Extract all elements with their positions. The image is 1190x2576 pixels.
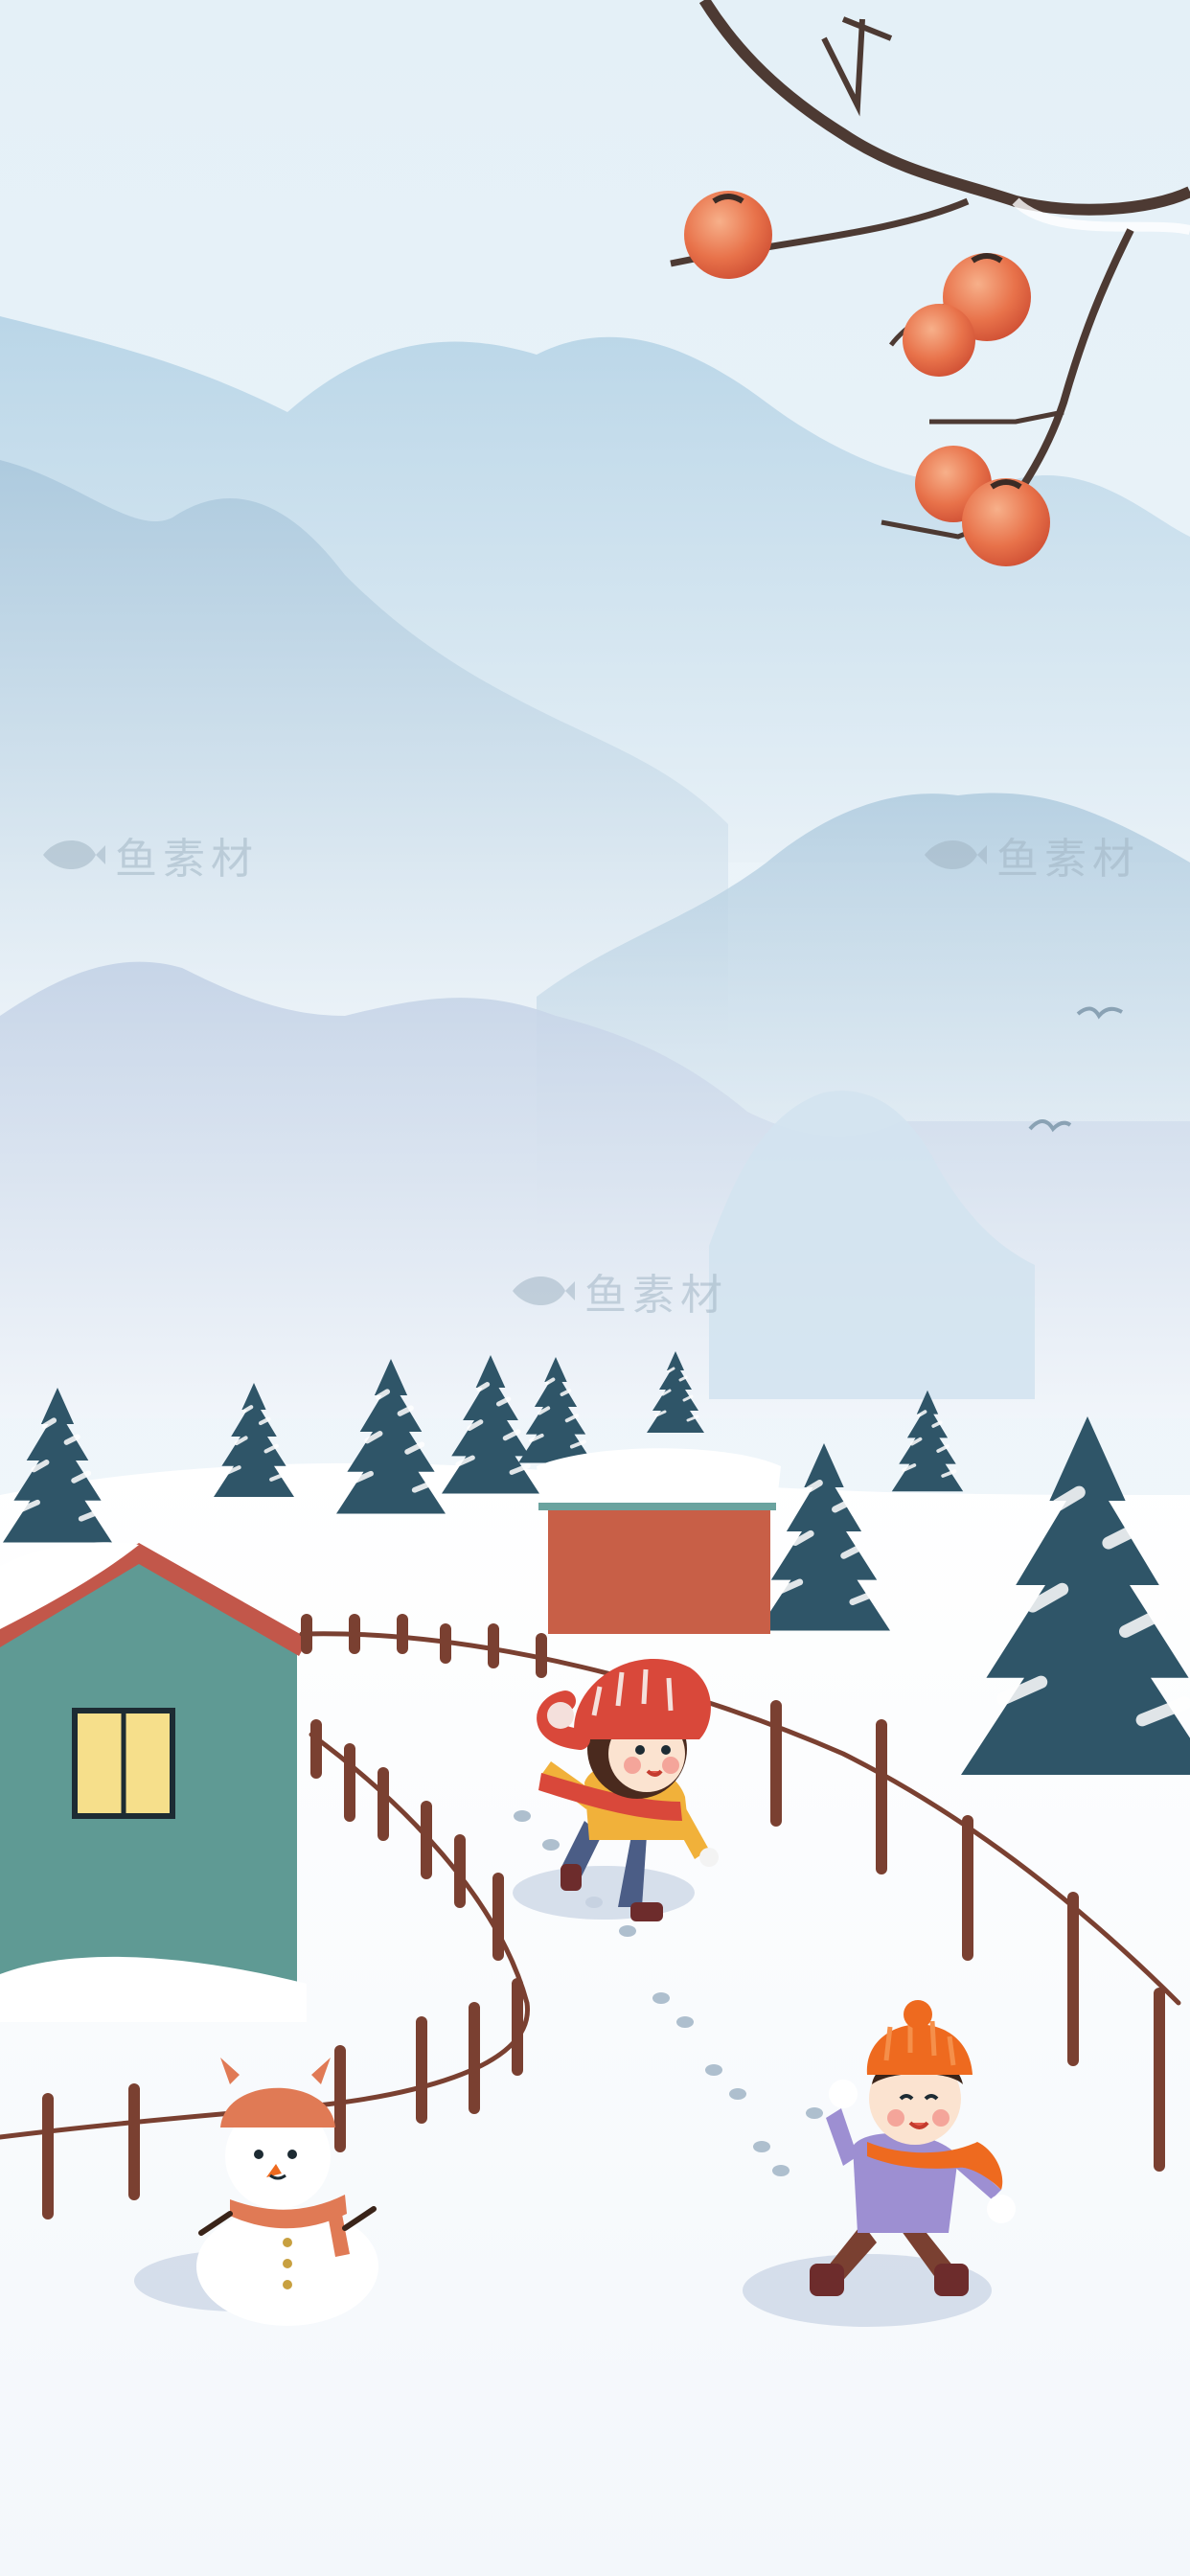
persimmon <box>903 304 975 377</box>
watermark: 鱼素材 <box>508 1260 728 1322</box>
fish-logo-icon <box>513 1276 575 1305</box>
watermark: 鱼素材 <box>38 824 259 886</box>
watermark-text: 鱼素材 <box>996 835 1140 884</box>
fish-logo-icon <box>925 840 987 869</box>
persimmon <box>962 478 1050 566</box>
teal-house <box>0 1542 309 2022</box>
watermark-text: 鱼素材 <box>584 1271 728 1320</box>
persimmon <box>684 191 772 279</box>
fish-logo-icon <box>43 840 105 869</box>
watermark-text: 鱼素材 <box>115 835 259 884</box>
watermark: 鱼素材 <box>920 824 1140 886</box>
red-shed <box>537 1448 781 1634</box>
